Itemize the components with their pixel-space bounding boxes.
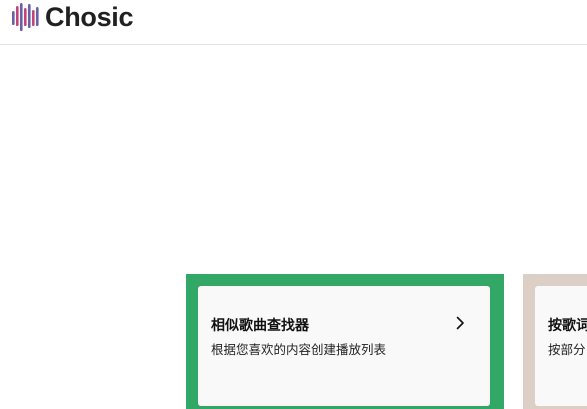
similar-songs-finder-card[interactable]: 相似歌曲查找器 根据您喜欢的内容创建播放列表 — [198, 286, 490, 406]
brand-name: Chosic — [45, 2, 134, 32]
page: Chosic 相似歌曲查找器 根据您喜欢的内容创建播放列表 按歌词 按部分 — [0, 0, 587, 409]
by-lyrics-card[interactable]: 按歌词 按部分 — [535, 286, 587, 406]
site-logo[interactable]: Chosic — [10, 1, 134, 33]
card-description: 根据您喜欢的内容创建播放列表 — [211, 342, 387, 357]
site-header: Chosic — [0, 0, 587, 45]
card-description: 按部分 — [548, 342, 586, 357]
card-title: 相似歌曲查找器 — [211, 318, 309, 334]
chevron-right-icon — [456, 316, 464, 330]
by-lyrics-card-frame: 按歌词 按部分 — [523, 274, 587, 409]
waveform-bars-icon — [12, 3, 39, 31]
similar-songs-card-frame: 相似歌曲查找器 根据您喜欢的内容创建播放列表 — [186, 274, 504, 409]
card-title: 按歌词 — [548, 318, 587, 334]
